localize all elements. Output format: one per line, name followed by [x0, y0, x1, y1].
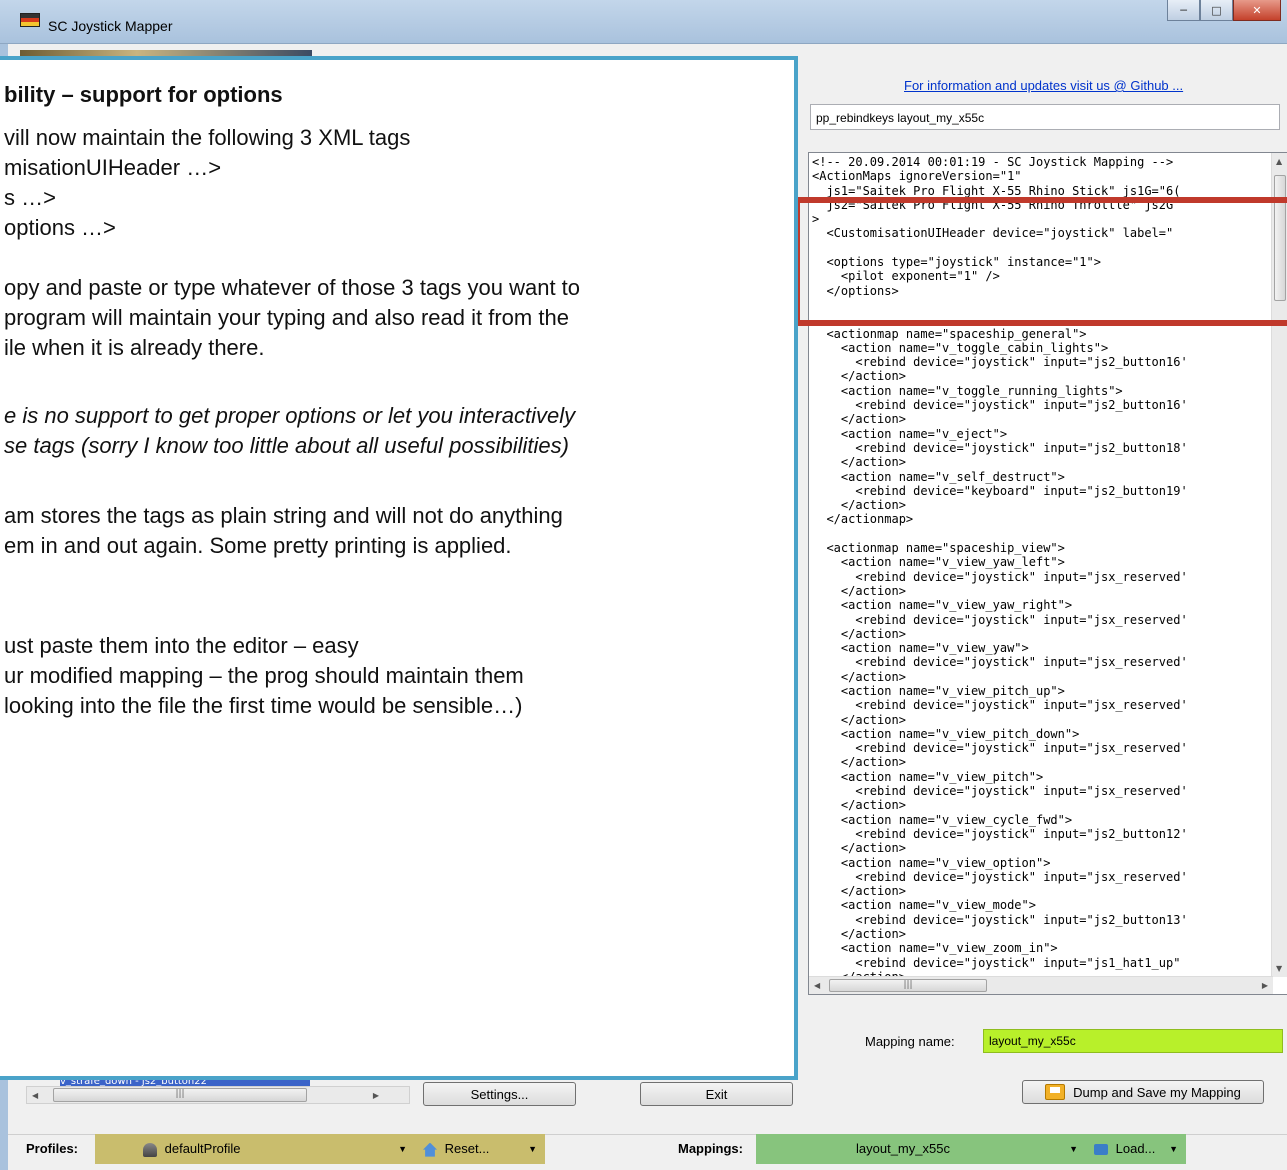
- chevron-down-icon[interactable]: ▼: [398, 1134, 407, 1164]
- slide-text-line: vill now maintain the following 3 XML ta…: [4, 125, 411, 150]
- slide-text-line: e is no support to get proper options or…: [4, 403, 576, 428]
- xml-horizontal-scrollbar[interactable]: ◀ ||| ▶: [809, 976, 1273, 994]
- slide-text-line: program will maintain your typing and al…: [4, 305, 569, 330]
- profile-value: defaultProfile: [164, 1141, 241, 1156]
- profiles-label: Profiles:: [26, 1141, 79, 1156]
- slide-title: bility – support for options: [4, 82, 283, 107]
- mappings-label: Mappings:: [678, 1141, 743, 1156]
- rebind-command-field[interactable]: pp_rebindkeys layout_my_x55c: [810, 104, 1280, 130]
- chevron-down-icon[interactable]: ▼: [1169, 1134, 1178, 1164]
- load-label: Load...: [1115, 1141, 1156, 1156]
- slide-text-line: s …>: [4, 185, 56, 210]
- mapping-name-label: Mapping name:: [865, 1034, 955, 1049]
- tree-horizontal-scrollbar[interactable]: ◀ ||| ▶: [26, 1086, 410, 1104]
- slide-text-line: se tags (sorry I know too little about a…: [4, 433, 569, 458]
- options-highlight-box: [794, 197, 1287, 326]
- title-bar: SC Joystick Mapper ─ □ ✕: [0, 0, 1287, 44]
- maximize-icon[interactable]: □: [1200, 0, 1233, 21]
- exit-button[interactable]: Exit: [640, 1082, 793, 1106]
- xml-horizontal-scroll-thumb[interactable]: |||: [829, 979, 987, 992]
- mapping-value: layout_my_x55c: [856, 1141, 950, 1156]
- settings-button[interactable]: Settings...: [423, 1082, 576, 1106]
- chevron-down-icon[interactable]: ▼: [528, 1134, 537, 1164]
- scroll-right-icon[interactable]: ▶: [1262, 981, 1268, 990]
- tree-scroll-right-icon[interactable]: ▶: [373, 1091, 379, 1100]
- home-icon: [423, 1142, 437, 1157]
- save-disk-icon: [1045, 1084, 1066, 1100]
- dump-save-label: Dump and Save my Mapping: [1073, 1084, 1241, 1100]
- tree-scroll-thumb[interactable]: |||: [53, 1088, 307, 1102]
- scroll-down-icon[interactable]: ▼: [1276, 964, 1282, 973]
- slide-text-line: am stores the tags as plain string and w…: [4, 503, 563, 528]
- minimize-icon[interactable]: ─: [1167, 0, 1200, 21]
- slide-text-line: opy and paste or type whatever of those …: [4, 275, 581, 300]
- slide-text-line: ust paste them into the editor – easy: [4, 633, 359, 658]
- scroll-up-icon[interactable]: ▲: [1276, 157, 1282, 166]
- scroll-left-icon[interactable]: ◀: [814, 981, 820, 990]
- folder-icon: [1094, 1144, 1108, 1156]
- chevron-down-icon[interactable]: ▼: [1069, 1134, 1078, 1164]
- mapping-dropdown[interactable]: layout_my_x55c ▼: [756, 1134, 1086, 1164]
- slide-text-line: em in and out again. Some pretty printin…: [4, 533, 512, 558]
- reset-label: Reset...: [444, 1141, 490, 1156]
- mapping-name-input[interactable]: layout_my_x55c: [983, 1029, 1283, 1053]
- dump-save-button[interactable]: Dump and Save my Mapping: [1022, 1080, 1264, 1104]
- github-info-link[interactable]: For information and updates visit us @ G…: [904, 78, 1183, 93]
- reset-dropdown[interactable]: Reset... ▼: [415, 1134, 545, 1164]
- app-flag-icon: [20, 13, 40, 27]
- profile-dropdown[interactable]: defaultProfile ▼: [95, 1134, 415, 1164]
- slide-text-line: looking into the file the first time wou…: [4, 693, 523, 718]
- slide-text-line: misationUIHeader …>: [4, 155, 222, 180]
- slide-text-line: options …>: [4, 215, 116, 240]
- close-icon[interactable]: ✕: [1233, 0, 1281, 21]
- slide-text-line: ur modified mapping – the prog should ma…: [4, 663, 524, 688]
- load-dropdown[interactable]: Load... ▼: [1086, 1134, 1186, 1164]
- slide-text-line: ile when it is already there.: [4, 335, 265, 360]
- window-title: SC Joystick Mapper: [48, 18, 173, 34]
- tree-scroll-left-icon[interactable]: ◀: [32, 1091, 38, 1100]
- window-controls: ─ □ ✕: [1167, 0, 1281, 21]
- presentation-overlay: bility – support for options vill now ma…: [0, 56, 798, 1080]
- joystick-icon: [143, 1142, 157, 1157]
